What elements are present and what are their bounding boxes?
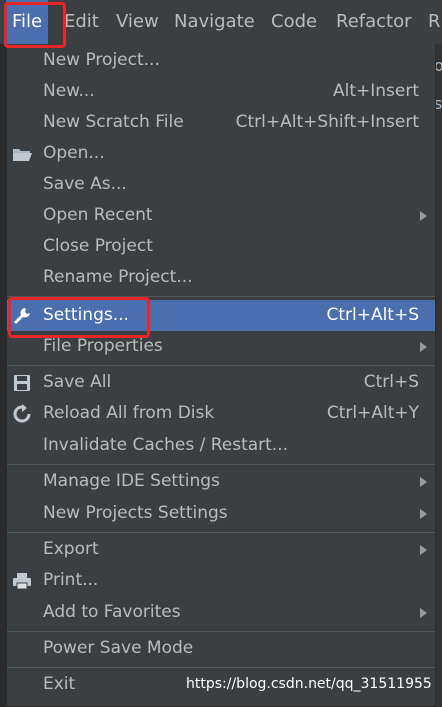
printer-icon <box>11 570 33 592</box>
menu-bar: File Edit View Navigate Code Refactor R <box>0 0 442 44</box>
menu-separator <box>7 631 435 632</box>
menu-item-add-to-favorites[interactable]: Add to Favorites <box>7 597 435 628</box>
menu-item-print[interactable]: Print... <box>7 565 435 596</box>
menu-item-label: Save As... <box>43 174 127 194</box>
file-menu-dropdown: New Project... New... Alt+Insert New Scr… <box>6 44 436 707</box>
menu-edit[interactable]: Edit <box>64 0 99 44</box>
menu-r-truncated[interactable]: R <box>428 0 441 44</box>
menu-item-label: Save All <box>43 372 112 392</box>
menu-item-label: Invalidate Caches / Restart... <box>43 435 289 455</box>
menu-item-open-recent[interactable]: Open Recent <box>7 200 435 231</box>
menu-item-label: Open... <box>43 143 105 163</box>
menu-item-label: Add to Favorites <box>43 602 181 622</box>
menu-item-file-properties[interactable]: File Properties <box>7 331 435 362</box>
menu-item-new-projects-settings[interactable]: New Projects Settings <box>7 498 435 529</box>
menu-item-label: New Scratch File <box>43 112 184 132</box>
menu-separator <box>7 464 435 465</box>
menu-item-shortcut: Ctrl+Alt+Y <box>326 403 419 423</box>
menu-separator <box>7 365 435 366</box>
menu-item-label: Power Save Mode <box>43 638 194 658</box>
menu-separator <box>7 667 435 668</box>
menu-item-settings[interactable]: Settings... Ctrl+Alt+S <box>7 300 435 331</box>
submenu-arrow-icon <box>420 608 427 618</box>
menu-item-label: Close Project <box>43 236 153 256</box>
menu-item-label: Exit <box>43 674 76 694</box>
menu-item-export[interactable]: Export <box>7 534 435 565</box>
menu-item-invalidate-caches[interactable]: Invalidate Caches / Restart... <box>7 430 435 461</box>
menu-item-label: New Projects Settings <box>43 503 228 523</box>
folder-icon <box>11 143 33 165</box>
menu-item-shortcut: Ctrl+Alt+S <box>326 305 419 325</box>
reload-icon <box>11 403 33 425</box>
menu-item-close-project[interactable]: Close Project <box>7 231 435 262</box>
menu-item-label: Export <box>43 539 99 559</box>
menu-file[interactable]: File <box>6 0 49 44</box>
menu-refactor[interactable]: Refactor <box>336 0 412 44</box>
menu-item-label: New Project... <box>43 50 160 70</box>
menu-item-label: Rename Project... <box>43 267 193 287</box>
wrench-icon <box>11 305 33 327</box>
menu-item-new-project[interactable]: New Project... <box>7 45 435 76</box>
menu-item-save-all[interactable]: Save All Ctrl+S <box>7 367 435 398</box>
menu-item-new[interactable]: New... Alt+Insert <box>7 76 435 107</box>
menu-item-reload-all[interactable]: Reload All from Disk Ctrl+Alt+Y <box>7 398 435 429</box>
submenu-arrow-icon <box>420 509 427 519</box>
menu-item-label: Reload All from Disk <box>43 403 215 423</box>
submenu-arrow-icon <box>420 545 427 555</box>
menu-item-label: Open Recent <box>43 205 153 225</box>
menu-separator <box>7 296 435 297</box>
menu-navigate[interactable]: Navigate <box>174 0 255 44</box>
editor-background-right: o s <box>434 44 442 707</box>
submenu-arrow-icon <box>420 211 427 221</box>
menu-item-manage-ide-settings[interactable]: Manage IDE Settings <box>7 466 435 497</box>
menu-item-label: File Properties <box>43 336 163 356</box>
menu-item-shortcut: Ctrl+Alt+Shift+Insert <box>235 112 419 132</box>
menu-item-rename-project[interactable]: Rename Project... <box>7 262 435 293</box>
watermark: https://blog.csdn.net/qq_31511955 <box>186 676 432 692</box>
menu-code[interactable]: Code <box>271 0 317 44</box>
menu-item-label: Print... <box>43 570 99 590</box>
menu-item-save-as[interactable]: Save As... <box>7 169 435 200</box>
menu-item-label: Settings... <box>43 305 129 325</box>
menu-item-shortcut: Alt+Insert <box>332 81 419 101</box>
menu-item-label: Manage IDE Settings <box>43 471 220 491</box>
menu-view[interactable]: View <box>116 0 159 44</box>
menu-item-new-scratch-file[interactable]: New Scratch File Ctrl+Alt+Shift+Insert <box>7 107 435 138</box>
menu-separator <box>7 532 435 533</box>
submenu-arrow-icon <box>420 477 427 487</box>
save-icon <box>11 372 33 394</box>
menu-item-shortcut: Ctrl+S <box>363 372 419 392</box>
menu-item-open[interactable]: Open... <box>7 138 435 169</box>
submenu-arrow-icon <box>420 342 427 352</box>
menu-item-power-save-mode[interactable]: Power Save Mode <box>7 633 435 664</box>
menu-item-label: New... <box>43 81 95 101</box>
